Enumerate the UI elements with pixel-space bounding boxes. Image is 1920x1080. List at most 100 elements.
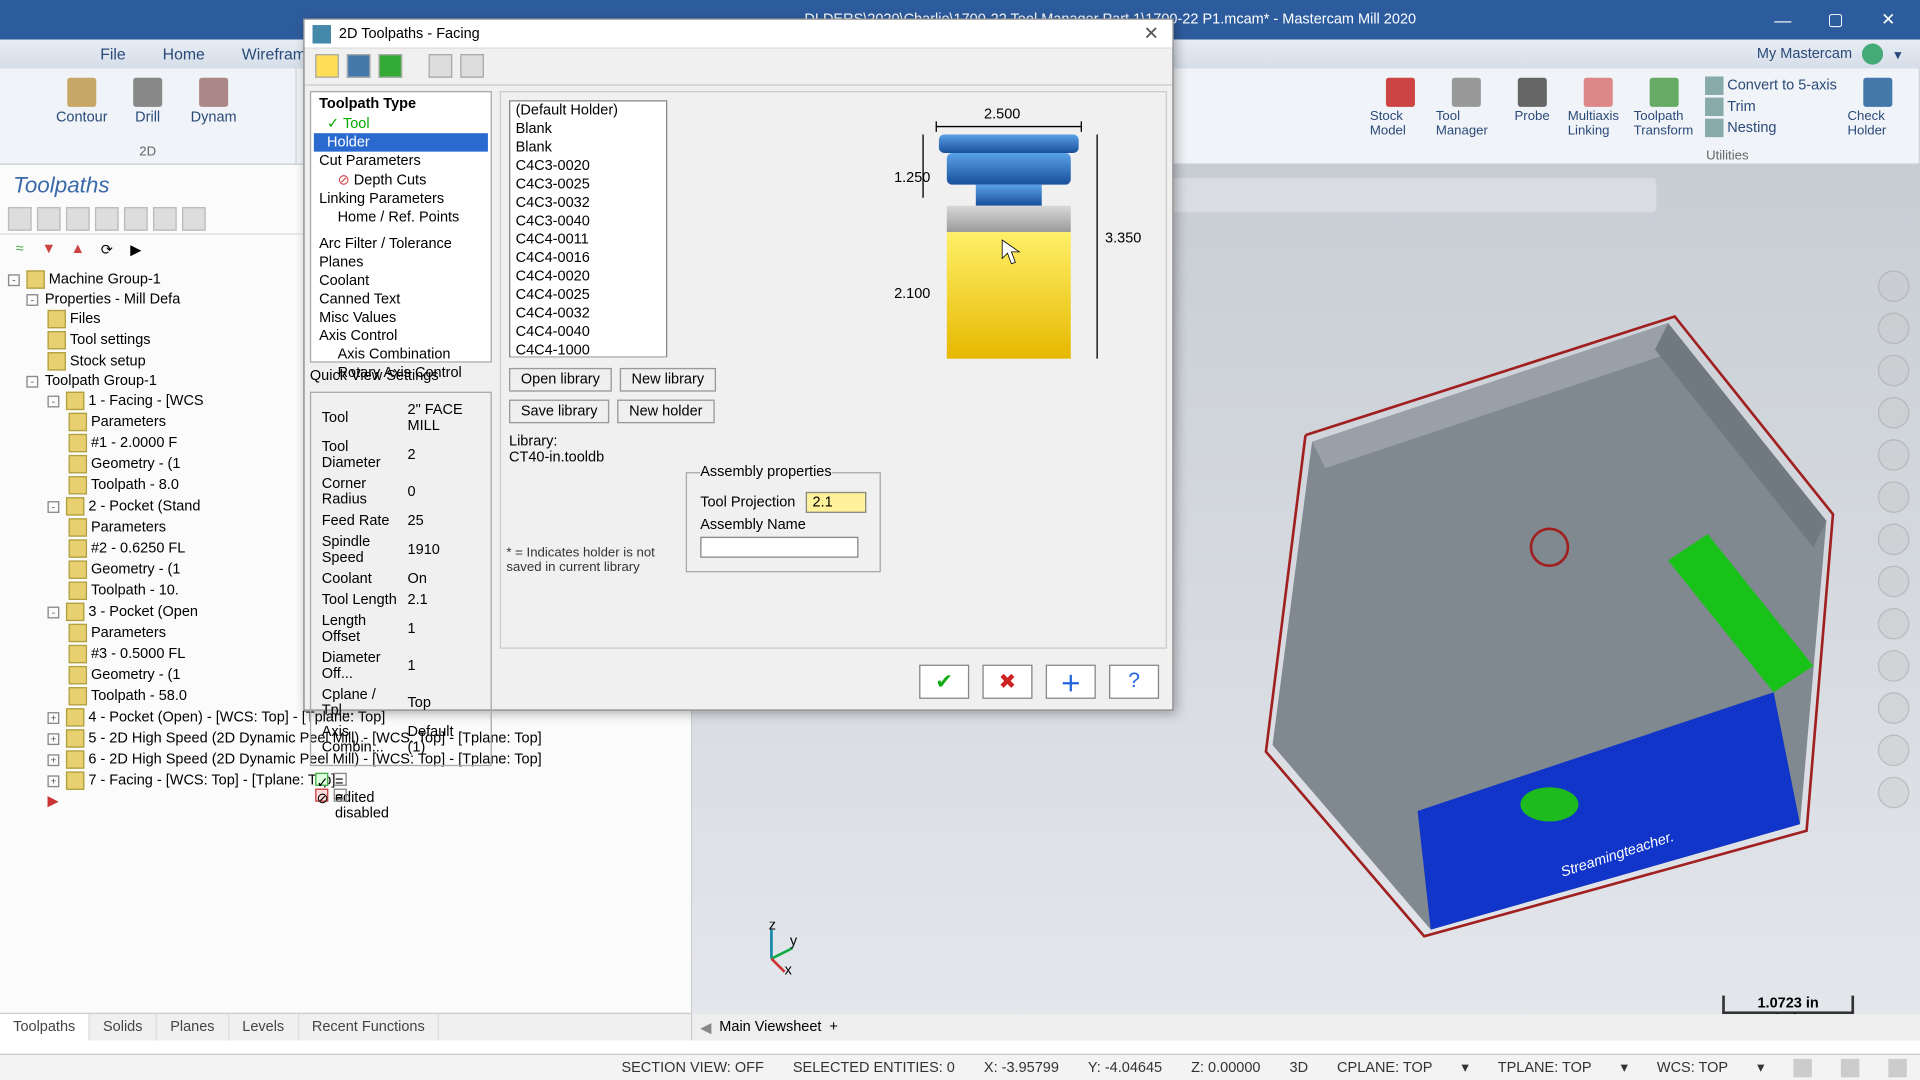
status-cplane[interactable]: CPLANE: TOP	[1337, 1060, 1432, 1076]
cancel-button[interactable]: ✖	[982, 665, 1032, 699]
probe-button[interactable]: Probe	[1499, 73, 1565, 127]
multiaxis-linking-button[interactable]: Multiaxis Linking	[1565, 73, 1631, 142]
nav-tool[interactable]: ✓ Tool	[314, 113, 488, 133]
nav-cut-parameters[interactable]: Cut Parameters	[314, 152, 488, 170]
dynamic-button[interactable]: Dynam	[181, 73, 247, 128]
holder-option[interactable]: C4C4-0020	[510, 268, 666, 286]
flashlight-icon[interactable]	[315, 54, 339, 78]
holder-option[interactable]: C4C4-0016	[510, 249, 666, 267]
holder-option[interactable]: C4C4-1000	[510, 342, 666, 358]
nav-arc-filter[interactable]: Arc Filter / Tolerance	[314, 235, 488, 253]
new-library-button[interactable]: New library	[620, 368, 716, 392]
holder-option[interactable]: C4C3-0025	[510, 175, 666, 193]
nav-toolpath-type[interactable]: Toolpath Type	[314, 95, 488, 113]
holder-option[interactable]: (Default Holder)	[510, 102, 666, 120]
qat-icon[interactable]	[119, 11, 137, 29]
nesting-button[interactable]: Nesting	[1702, 117, 1839, 138]
nav-holder[interactable]: Holder	[314, 133, 488, 151]
nav-misc-values[interactable]: Misc Values	[314, 309, 488, 327]
manager-tabs[interactable]: Toolpaths Solids Planes Levels Recent Fu…	[0, 1013, 691, 1041]
holder-option[interactable]: C4C3-0020	[510, 157, 666, 175]
save-icon[interactable]	[347, 54, 371, 78]
toolpath-transform-button[interactable]: Toolpath Transform	[1631, 73, 1697, 142]
dialog-toolbar[interactable]	[305, 49, 1173, 86]
zoom-icon[interactable]	[1878, 270, 1910, 302]
status-icon[interactable]	[1793, 1058, 1811, 1076]
holder-option[interactable]: C4C4-0025	[510, 286, 666, 304]
holder-option[interactable]: C4C3-0040	[510, 212, 666, 230]
qv-value: 2.1	[408, 591, 480, 609]
close-button[interactable]: ✕	[1862, 0, 1915, 40]
holder-note: * = Indicates holder is not saved in cur…	[506, 546, 664, 575]
svg-text:z: z	[769, 922, 776, 934]
nav-home-ref[interactable]: Home / Ref. Points	[314, 208, 488, 226]
insert-arrow-icon[interactable]: ▶	[47, 793, 58, 810]
holder-option[interactable]: C4C4-0040	[510, 323, 666, 341]
qat-icon[interactable]	[92, 11, 110, 29]
nav-canned-text[interactable]: Canned Text	[314, 290, 488, 308]
quick-access-toolbar[interactable]	[5, 11, 250, 29]
my-mastercam-button[interactable]: My Mastercam ▾	[1757, 44, 1920, 65]
qat-icon[interactable]	[145, 11, 163, 29]
nav-axis-control[interactable]: Axis Control	[314, 327, 488, 345]
redo-icon[interactable]	[224, 11, 242, 29]
tool-icon[interactable]	[460, 54, 484, 78]
holder-option[interactable]: C4C4-0032	[510, 305, 666, 323]
convert-5axis-button[interactable]: Convert to 5-axis	[1702, 75, 1839, 96]
check-holder-button[interactable]: Check Holder	[1845, 73, 1911, 142]
qv-label: Axis Combin...	[322, 723, 405, 757]
status-tplane[interactable]: TPLANE: TOP	[1498, 1060, 1592, 1076]
help-button[interactable]: ?	[1109, 665, 1159, 699]
assembly-name-label: Assembly Name	[700, 517, 806, 533]
tab-levels[interactable]: Levels	[229, 1014, 299, 1040]
viewsheet-tab[interactable]: Main Viewsheet	[719, 1019, 821, 1035]
save-library-button[interactable]: Save library	[509, 400, 609, 424]
status-icon[interactable]	[1888, 1058, 1906, 1076]
assembly-name-input[interactable]	[700, 537, 858, 558]
tool-icon[interactable]	[429, 54, 453, 78]
new-holder-button[interactable]: New holder	[617, 400, 714, 424]
nav-depth-cuts[interactable]: ⊘ Depth Cuts	[314, 170, 488, 190]
maximize-button[interactable]: ▢	[1809, 0, 1862, 40]
save-green-icon[interactable]	[378, 54, 402, 78]
status-wcs[interactable]: WCS: TOP	[1657, 1060, 1728, 1076]
qat-icon[interactable]	[13, 11, 31, 29]
status-section-view[interactable]: SECTION VIEW: OFF	[621, 1060, 763, 1076]
holder-option[interactable]: Blank	[510, 120, 666, 138]
contour-button[interactable]: Contour	[49, 73, 115, 128]
nav-linking[interactable]: Linking Parameters	[314, 190, 488, 208]
dialog-close-button[interactable]: ✕	[1138, 22, 1164, 44]
status-icon[interactable]	[1841, 1058, 1859, 1076]
viewsheet-tabs[interactable]: ◀Main Viewsheet+	[692, 1014, 1920, 1040]
qat-icon[interactable]	[66, 11, 84, 29]
qat-icon[interactable]	[40, 11, 58, 29]
stock-model-button[interactable]: Stock Model	[1367, 73, 1433, 142]
tab-recent[interactable]: Recent Functions	[299, 1014, 440, 1040]
tab-home[interactable]: Home	[163, 45, 205, 63]
drill-button[interactable]: Drill	[115, 73, 181, 128]
nav-coolant[interactable]: Coolant	[314, 272, 488, 290]
open-library-button[interactable]: Open library	[509, 368, 612, 392]
holder-select[interactable]: (Default Holder)BlankBlankC4C3-0020C4C3-…	[509, 100, 667, 357]
nav-axis-combination[interactable]: Axis Combination	[314, 345, 488, 363]
ok-button[interactable]: ✔	[919, 665, 969, 699]
holder-option[interactable]: Blank	[510, 138, 666, 156]
tool-projection-input[interactable]	[806, 492, 867, 513]
viewport-right-tools[interactable]	[1878, 270, 1910, 808]
tool-manager-button[interactable]: Tool Manager	[1433, 73, 1499, 142]
holder-option[interactable]: C4C4-0011	[510, 231, 666, 249]
minimize-button[interactable]: —	[1756, 0, 1809, 40]
qat-icon[interactable]	[171, 11, 189, 29]
trim-button[interactable]: Trim	[1702, 96, 1839, 117]
status-3d[interactable]: 3D	[1290, 1060, 1309, 1076]
tab-toolpaths[interactable]: Toolpaths	[0, 1014, 90, 1040]
tab-file[interactable]: File	[100, 45, 126, 63]
undo-icon[interactable]	[198, 11, 216, 29]
tab-planes[interactable]: Planes	[157, 1014, 229, 1040]
dialog-nav-tree[interactable]: Toolpath Type ✓ Tool Holder Cut Paramete…	[310, 91, 492, 363]
add-button[interactable]: ＋	[1046, 665, 1096, 699]
qv-value: 2	[408, 438, 480, 472]
holder-option[interactable]: C4C3-0032	[510, 194, 666, 212]
nav-planes[interactable]: Planes	[314, 253, 488, 271]
tab-solids[interactable]: Solids	[90, 1014, 157, 1040]
